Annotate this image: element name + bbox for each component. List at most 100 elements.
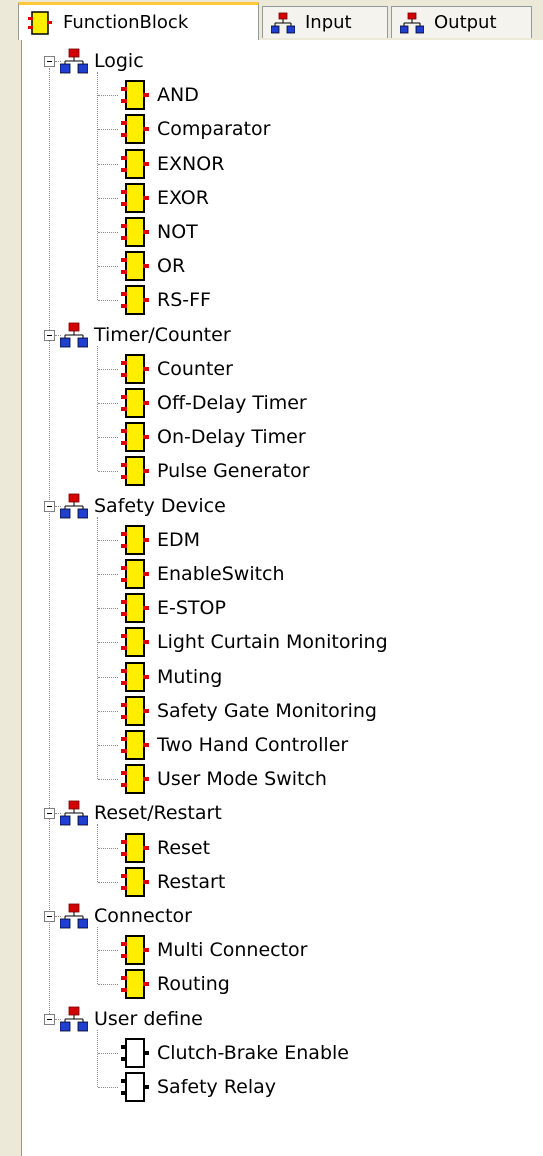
collapse-toggle[interactable] — [44, 329, 55, 341]
function-block-icon — [119, 113, 151, 145]
network-folder-icon — [60, 322, 88, 348]
tree-item-label: On-Delay Timer — [157, 426, 306, 449]
tab-input[interactable]: Input — [262, 6, 388, 38]
tree-item[interactable]: EXOR — [119, 181, 209, 215]
tree-item[interactable]: OR — [119, 249, 185, 283]
tree-item-label: RS-FF — [157, 289, 211, 312]
tree-item[interactable]: Counter — [119, 352, 233, 386]
tree-connector — [98, 232, 118, 233]
tree-item-label: Comparator — [157, 118, 271, 141]
tree-connector — [98, 745, 118, 746]
left-margin — [0, 40, 21, 1156]
collapse-toggle[interactable] — [44, 500, 55, 512]
tree-item[interactable]: Reset — [119, 831, 210, 865]
function-block-icon — [119, 421, 151, 453]
tree-item[interactable]: Pulse Generator — [119, 454, 310, 488]
function-block-tree[interactable]: Logic AND Comparator EXNOR EXOR NOT OR RS-FF Tim… — [21, 40, 543, 1156]
tree-item-label: E-STOP — [157, 597, 226, 620]
tree-item[interactable]: RS-FF — [119, 283, 211, 317]
tree-item[interactable]: User Mode Switch — [119, 762, 327, 796]
tree-item[interactable]: Clutch-Brake Enable — [119, 1036, 349, 1070]
tree-item[interactable]: On-Delay Timer — [119, 420, 306, 454]
function-block-icon — [119, 353, 151, 385]
tree-connector — [98, 847, 118, 849]
tab-output[interactable]: Output — [391, 6, 532, 38]
tree-connector — [98, 163, 118, 165]
tree-item[interactable]: Light Curtain Monitoring — [119, 625, 388, 659]
tree-connector — [98, 710, 118, 712]
function-block-icon — [119, 832, 151, 864]
tree-connector — [98, 676, 118, 678]
tree-item[interactable]: Safety Relay — [119, 1070, 276, 1104]
tree-group-safety-device[interactable]: Safety Device — [60, 489, 226, 523]
function-block-icon — [119, 968, 151, 1000]
function-block-icon — [119, 558, 151, 590]
tree-connector — [97, 345, 98, 472]
function-block-icon — [119, 729, 151, 761]
tree-group-reset-restart[interactable]: Reset/Restart — [60, 796, 222, 830]
tree-group-label: Timer/Counter — [94, 323, 231, 346]
tab-label: FunctionBlock — [63, 12, 189, 33]
function-block-icon — [119, 182, 151, 214]
tree-item[interactable]: EXNOR — [119, 147, 224, 181]
tree-item[interactable]: EDM — [119, 523, 200, 557]
function-block-icon — [119, 695, 151, 727]
collapse-toggle[interactable] — [44, 56, 55, 67]
tree-connector — [98, 95, 118, 97]
tab-functionblock[interactable]: FunctionBlock — [18, 2, 259, 40]
function-block-icon — [119, 661, 151, 693]
collapse-toggle[interactable] — [44, 911, 55, 922]
tree-connector — [98, 881, 118, 883]
tree-connector — [98, 642, 118, 644]
tree-item[interactable]: Routing — [119, 967, 230, 1001]
function-block-icon — [119, 148, 151, 180]
tree-group-user-define[interactable]: User define — [60, 1002, 203, 1036]
tree-item-label: EXNOR — [157, 152, 225, 175]
function-block-icon — [119, 79, 151, 111]
tree-item[interactable]: Off-Delay Timer — [119, 386, 307, 420]
function-block-icon — [119, 284, 151, 316]
collapse-toggle[interactable] — [44, 808, 55, 820]
collapse-toggle[interactable] — [44, 1013, 55, 1025]
tree-item-label: EnableSwitch — [157, 563, 285, 585]
tree-connector — [97, 1029, 98, 1087]
tab-label: Output — [434, 12, 497, 33]
function-block-icon — [119, 626, 151, 658]
tree-item[interactable]: Comparator — [119, 112, 270, 146]
tree-item[interactable]: NOT — [119, 215, 198, 249]
tree-connector — [98, 1087, 118, 1088]
tree-group-logic[interactable]: Logic — [60, 44, 144, 78]
tree-connector — [98, 471, 118, 473]
network-folder-icon — [60, 800, 88, 826]
tree-item-label: Reset — [157, 836, 211, 859]
tree-item[interactable]: Muting — [119, 660, 222, 694]
tree-connector — [98, 539, 118, 541]
tree-item-label: Safety Gate Monitoring — [157, 699, 377, 722]
user-block-icon — [119, 1037, 151, 1069]
tree-item-label: Safety Relay — [157, 1076, 277, 1098]
tree-group-label: Logic — [94, 50, 144, 72]
tree-connector — [97, 927, 98, 985]
tree-item-label: AND — [157, 84, 199, 107]
function-block-icon — [27, 10, 53, 36]
tree-item[interactable]: Safety Gate Monitoring — [119, 694, 377, 728]
tree-item[interactable]: Multi Connector — [119, 933, 307, 967]
tree-item-label: Off-Delay Timer — [157, 392, 307, 414]
function-block-icon — [119, 387, 151, 419]
tree-group-timer-counter[interactable]: Timer/Counter — [60, 318, 231, 352]
tree-group-connector[interactable]: Connector — [60, 899, 192, 933]
tree-item-label: EDM — [157, 528, 201, 551]
tree-group-label: User define — [94, 1007, 203, 1030]
tree-item[interactable]: Two Hand Controller — [119, 728, 348, 762]
tree-connector — [98, 266, 118, 268]
tree-item-label: NOT — [157, 221, 198, 243]
tree-group-label: Safety Device — [94, 494, 226, 517]
function-block-icon — [119, 592, 151, 624]
tree-item[interactable]: E-STOP — [119, 591, 226, 625]
tree-item-label: EXOR — [157, 186, 209, 209]
tree-group-label: Reset/Restart — [94, 802, 222, 825]
tree-item[interactable]: Restart — [119, 865, 225, 899]
tree-item[interactable]: AND — [119, 78, 199, 112]
tree-item[interactable]: EnableSwitch — [119, 557, 285, 591]
tree-item-label: OR — [157, 255, 186, 278]
